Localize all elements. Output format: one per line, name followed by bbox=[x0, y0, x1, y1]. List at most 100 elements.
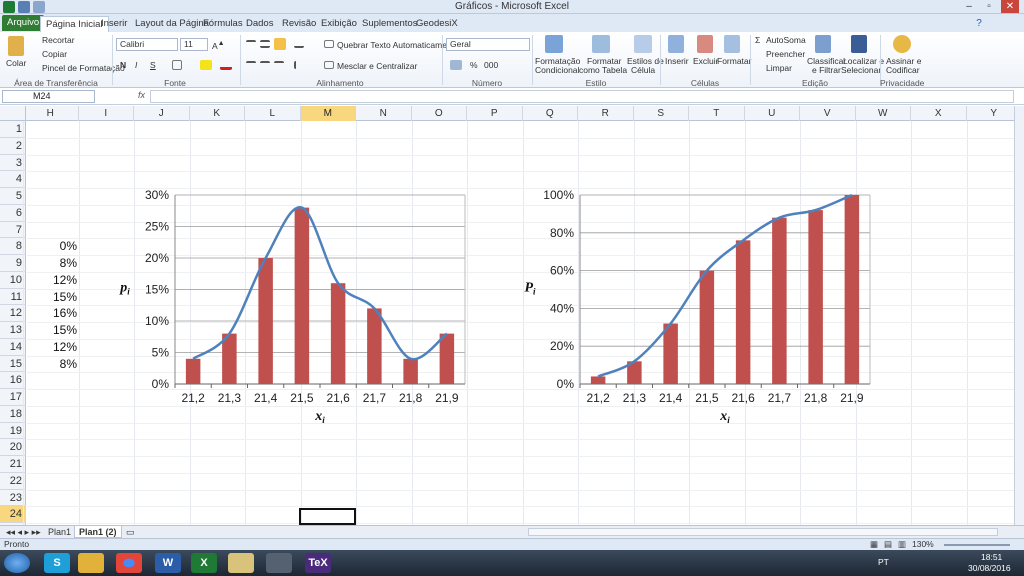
column-header-t[interactable]: T bbox=[689, 106, 745, 121]
tab-review[interactable]: Revisão bbox=[277, 16, 321, 32]
format-table-icon[interactable] bbox=[592, 35, 610, 53]
align-top-icon[interactable] bbox=[246, 40, 256, 48]
wrap-text-icon[interactable] bbox=[324, 40, 334, 48]
align-right-icon[interactable] bbox=[274, 61, 284, 69]
chart-cumulative-frequency[interactable]: 0% 20% 40% 60% 80% 100% 21,2 21,3 21,4 21,5 21,6 21… bbox=[515, 180, 885, 425]
clear-button[interactable]: Limpar bbox=[766, 63, 792, 73]
bar[interactable] bbox=[439, 333, 455, 384]
bar[interactable] bbox=[844, 195, 860, 384]
align-center-icon[interactable] bbox=[260, 61, 270, 69]
view-pagebreak-icon[interactable]: ▥ bbox=[898, 539, 906, 550]
zoom-level[interactable]: 130% bbox=[912, 539, 934, 549]
sign-encrypt-l2[interactable]: Codificar bbox=[886, 65, 920, 75]
explorer-icon[interactable] bbox=[78, 553, 104, 573]
tab-data[interactable]: Dados bbox=[241, 16, 278, 32]
format-cells-button[interactable]: Formatar bbox=[717, 56, 751, 66]
column-header-p[interactable]: P bbox=[467, 106, 523, 121]
view-layout-icon[interactable]: ▤ bbox=[884, 539, 892, 550]
bar[interactable] bbox=[367, 308, 382, 384]
sigma-icon[interactable]: Σ bbox=[755, 35, 760, 45]
sort-filter-icon[interactable] bbox=[815, 35, 831, 53]
align-left-icon[interactable] bbox=[246, 61, 256, 69]
insert-cells-icon[interactable] bbox=[668, 35, 684, 53]
thousands-button[interactable]: 000 bbox=[484, 60, 498, 70]
fx-label[interactable]: fx bbox=[138, 90, 145, 100]
sheet-nav-icon[interactable]: ◂◂ ◂ ▸ ▸▸ bbox=[2, 526, 45, 538]
cell-h10[interactable]: 12% bbox=[27, 273, 77, 287]
number-format-combo[interactable]: Geral bbox=[446, 38, 530, 51]
horizontal-scrollbar[interactable] bbox=[528, 528, 998, 536]
bar[interactable] bbox=[330, 283, 346, 384]
align-bottom-icon[interactable] bbox=[274, 38, 286, 50]
autosum-button[interactable]: AutoSoma bbox=[766, 35, 806, 45]
zoom-slider[interactable] bbox=[944, 544, 1010, 546]
cell-h15[interactable]: 8% bbox=[27, 357, 77, 371]
cut-button[interactable]: Recortar bbox=[42, 35, 75, 45]
column-header-k[interactable]: K bbox=[190, 106, 245, 121]
active-cell[interactable] bbox=[299, 508, 356, 525]
start-icon[interactable] bbox=[4, 553, 30, 573]
column-header-o[interactable]: O bbox=[412, 106, 467, 121]
percent-button[interactable]: % bbox=[470, 60, 478, 70]
cell-h12[interactable]: 16% bbox=[27, 306, 77, 320]
format-cells-icon[interactable] bbox=[724, 35, 740, 53]
conditional-format-icon[interactable] bbox=[545, 35, 563, 53]
maximize-icon[interactable]: ▫ bbox=[980, 0, 998, 13]
clock-time[interactable]: 18:51 bbox=[981, 552, 1002, 562]
copy-button[interactable]: Copiar bbox=[42, 49, 67, 59]
column-header-u[interactable]: U bbox=[745, 106, 800, 121]
cell-h13[interactable]: 15% bbox=[27, 323, 77, 337]
close-icon[interactable]: ✕ bbox=[1001, 0, 1019, 13]
find-select-icon[interactable] bbox=[851, 35, 867, 53]
excel-icon[interactable]: X bbox=[191, 553, 217, 573]
column-header-n[interactable]: N bbox=[356, 106, 412, 121]
bar[interactable] bbox=[258, 258, 273, 384]
tab-geodesix[interactable]: GeodesiX bbox=[411, 16, 463, 32]
insert-sheet-icon[interactable]: ▭ bbox=[122, 526, 139, 538]
column-header-i[interactable]: I bbox=[79, 106, 134, 121]
paste-button[interactable]: Colar bbox=[6, 58, 26, 68]
skype-icon[interactable]: S bbox=[44, 553, 70, 573]
format-table-l2[interactable]: como Tabela bbox=[579, 65, 627, 75]
cell-h14[interactable]: 12% bbox=[27, 340, 77, 354]
wrap-text-button[interactable]: Quebrar Texto Automaticamente bbox=[337, 40, 459, 50]
bar[interactable] bbox=[663, 323, 678, 384]
name-box[interactable]: M24 bbox=[2, 90, 95, 103]
bar[interactable] bbox=[590, 376, 606, 384]
sheet-tab-plan1-2[interactable]: Plan1 (2) bbox=[74, 526, 122, 538]
column-header-m[interactable]: M bbox=[300, 106, 356, 121]
view-normal-icon[interactable]: ▦ bbox=[870, 539, 878, 550]
indent-icon[interactable] bbox=[294, 61, 304, 69]
text-orientation-icon[interactable] bbox=[294, 40, 304, 48]
column-header-x[interactable]: X bbox=[911, 106, 967, 121]
conditional-format-l2[interactable]: Condicional bbox=[535, 65, 579, 75]
sign-encrypt-icon[interactable] bbox=[893, 35, 911, 53]
grow-font-button[interactable]: A▲ bbox=[212, 39, 225, 51]
column-header-w[interactable]: W bbox=[856, 106, 911, 121]
bar[interactable] bbox=[294, 207, 310, 384]
cell-styles-icon[interactable] bbox=[634, 35, 652, 53]
bar[interactable] bbox=[772, 217, 787, 384]
column-header-j[interactable]: J bbox=[134, 106, 190, 121]
fill-color-icon[interactable] bbox=[200, 60, 212, 70]
chart-relative-frequency[interactable]: 0% 5% 10% 15% 20% 25% 30% 21,2 21,3 21,4 21,5 21,6 2… bbox=[110, 180, 480, 425]
app-icon[interactable] bbox=[266, 553, 292, 573]
merge-center-button[interactable]: Mesclar e Centralizar bbox=[337, 61, 417, 71]
align-middle-icon[interactable] bbox=[260, 40, 270, 48]
delete-cells-button[interactable]: Excluir bbox=[693, 56, 719, 66]
column-header-s[interactable]: S bbox=[634, 106, 689, 121]
merge-icon[interactable] bbox=[324, 61, 334, 69]
sort-filter-l2[interactable]: e Filtrar bbox=[812, 65, 841, 75]
tab-view[interactable]: Exibição bbox=[316, 16, 362, 32]
cell-h8[interactable]: 0% bbox=[27, 239, 77, 253]
cell-h9[interactable]: 8% bbox=[27, 256, 77, 270]
bold-button[interactable]: N bbox=[120, 60, 126, 70]
tex-icon[interactable]: TeX bbox=[305, 553, 331, 573]
font-size-combo[interactable]: 11 bbox=[180, 38, 208, 51]
cell-styles-l2[interactable]: Célula bbox=[631, 65, 655, 75]
chrome-icon[interactable] bbox=[116, 553, 142, 573]
help-icon[interactable]: ? bbox=[970, 17, 988, 30]
folder-icon[interactable] bbox=[228, 553, 254, 573]
column-header-l[interactable]: L bbox=[245, 106, 301, 121]
minimize-icon[interactable]: – bbox=[960, 0, 978, 13]
